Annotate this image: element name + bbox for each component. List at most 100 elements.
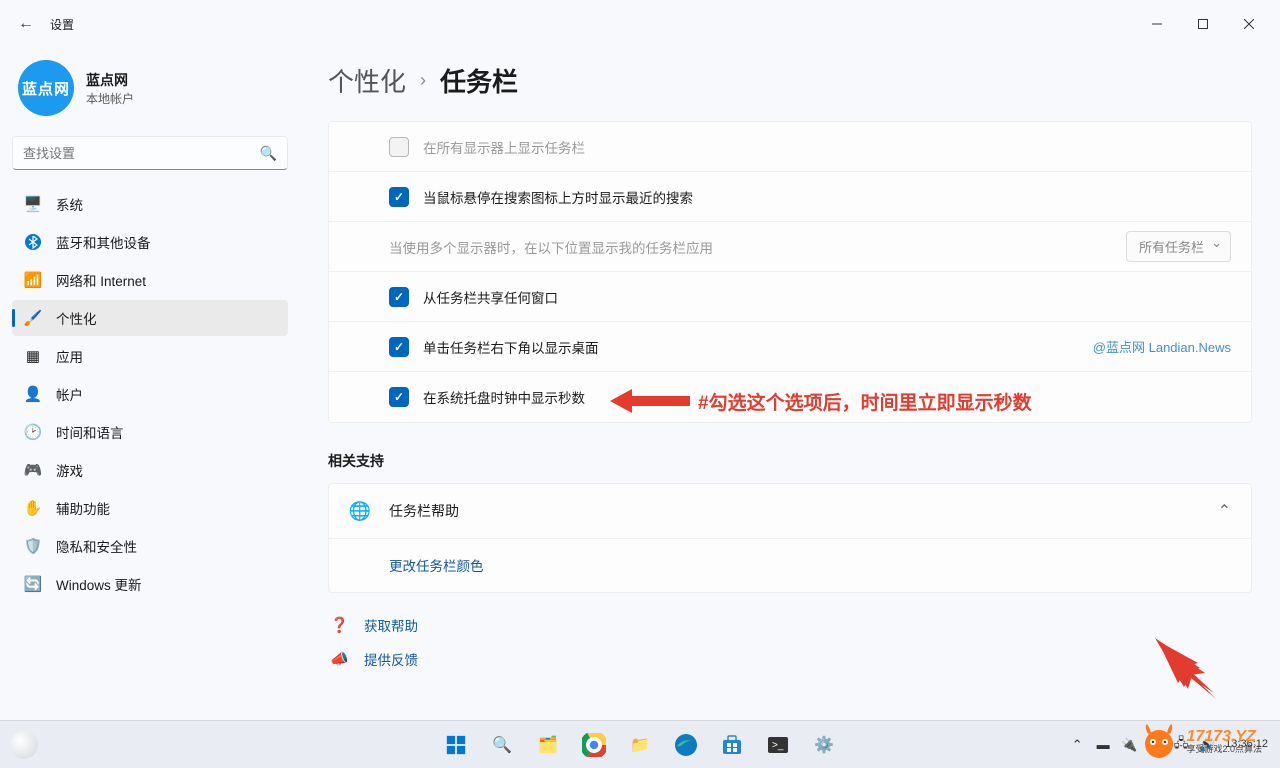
nav-item-5[interactable]: 👤帐户 <box>12 376 288 412</box>
settings-card: 在所有显示器上显示任务栏当鼠标悬停在搜索图标上方时显示最近的搜索当使用多个显示器… <box>328 121 1252 423</box>
watermark-text: @蓝点网 Landian.News <box>1093 337 1231 356</box>
nav-label: 辅助功能 <box>56 498 110 518</box>
brand-logo-icon <box>1138 720 1180 762</box>
side-panel: 蓝点网 蓝点网 本地帐户 🔍 🖥️ 系统蓝牙和其他设备 📶 网络和 Internet 🖌… <box>0 48 300 720</box>
breadcrumb-parent[interactable]: 个性化 <box>328 62 406 99</box>
setting-row-4[interactable]: 单击任务栏右下角以显示桌面 @蓝点网 Landian.News <box>329 322 1251 372</box>
close-button[interactable] <box>1226 8 1272 40</box>
brand-watermark: 17173.YZ 享受游戏2.0点算法 <box>1138 720 1262 762</box>
nav-label: 应用 <box>56 346 83 366</box>
brand-sub: 享受游戏2.0点算法 <box>1186 745 1262 754</box>
usb-icon[interactable]: 🔌 <box>1121 737 1137 753</box>
explorer-icon[interactable]: 📁 <box>620 725 660 765</box>
nav-label: 系统 <box>56 194 83 214</box>
window-title: 设置 <box>50 16 74 33</box>
checkbox[interactable] <box>389 287 409 307</box>
dropdown: 所有任务栏 <box>1126 231 1231 262</box>
get-help-link[interactable]: ❓ 获取帮助 <box>330 615 1252 635</box>
minimize-button[interactable] <box>1134 8 1180 40</box>
nav-item-8[interactable]: ✋ 辅助功能 <box>12 490 288 526</box>
nav-icon: ✋ <box>24 499 42 517</box>
help-icon: ❓ <box>330 616 348 634</box>
settings-icon[interactable]: ⚙️ <box>804 725 844 765</box>
nav-icon: 📶 <box>24 271 42 289</box>
setting-label: 从任务栏共享任何窗口 <box>423 287 558 307</box>
setting-label: 单击任务栏右下角以显示桌面 <box>423 337 599 357</box>
nav-item-3[interactable]: 🖌️ 个性化 <box>12 300 288 336</box>
nav-item-10[interactable]: 🔄 Windows 更新 <box>12 566 288 602</box>
search-input[interactable] <box>23 146 260 161</box>
chrome-icon[interactable] <box>574 725 614 765</box>
tray-overflow-icon[interactable]: ⌃ <box>1069 737 1085 753</box>
nav-icon: 🕑 <box>24 423 42 441</box>
chevron-right-icon: › <box>420 70 426 91</box>
nav-icon: 🖌️ <box>24 309 42 327</box>
search-button[interactable]: 🔍 <box>482 725 522 765</box>
checkbox[interactable] <box>389 337 409 357</box>
help-section: ❓ 获取帮助 📣 提供反馈 <box>328 615 1252 669</box>
nav-item-0[interactable]: 🖥️ 系统 <box>12 186 288 222</box>
store-icon[interactable] <box>712 725 752 765</box>
nav-item-7[interactable]: 🎮游戏 <box>12 452 288 488</box>
nav-item-4[interactable]: ▦ 应用 <box>12 338 288 374</box>
weather-icon <box>10 731 38 759</box>
checkbox[interactable] <box>389 387 409 407</box>
avatar: 蓝点网 <box>18 60 74 116</box>
search-icon: 🔍 <box>260 145 277 162</box>
search-box[interactable]: 🔍 <box>12 136 288 170</box>
nav-item-2[interactable]: 📶 网络和 Internet <box>12 262 288 298</box>
start-button[interactable] <box>436 725 476 765</box>
nav-icon: 👤 <box>24 385 42 403</box>
breadcrumb-current: 任务栏 <box>440 62 518 99</box>
profile-subtitle: 本地帐户 <box>86 90 134 107</box>
brand-name: 17173.YZ <box>1186 729 1262 745</box>
nav-item-9[interactable]: 🛡️ 隐私和安全性 <box>12 528 288 564</box>
nav-icon: 🔄 <box>24 575 42 593</box>
setting-row-3[interactable]: 从任务栏共享任何窗口 <box>329 272 1251 322</box>
checkbox[interactable] <box>389 187 409 207</box>
setting-row-1[interactable]: 当鼠标悬停在搜索图标上方时显示最近的搜索 <box>329 172 1251 222</box>
nav-icon: 🛡️ <box>24 537 42 555</box>
nav-label: Windows 更新 <box>56 574 142 594</box>
expander-label: 任务栏帮助 <box>389 501 459 521</box>
terminal-icon[interactable]: >_ <box>758 725 798 765</box>
setting-row-2: 当使用多个显示器时，在以下位置显示我的任务栏应用所有任务栏 <box>329 222 1251 272</box>
taskbar-help-expander[interactable]: 🌐 任务栏帮助 ⌃ <box>329 484 1251 539</box>
related-title: 相关支持 <box>328 451 1252 471</box>
taskbar[interactable]: 🔍 🗂️ 📁 >_ ⚙️ ⌃ ▬ 🔌 🛡️ 🖧 🔊 13:36:12 <box>0 720 1280 768</box>
setting-label: 当鼠标悬停在搜索图标上方时显示最近的搜索 <box>423 187 693 207</box>
taskbar-center: 🔍 🗂️ 📁 >_ ⚙️ <box>436 725 844 765</box>
change-taskbar-color-link[interactable]: 更改任务栏颜色 <box>389 559 484 574</box>
get-help-label: 获取帮助 <box>364 615 418 635</box>
nav-icon: 🖥️ <box>24 195 42 213</box>
setting-row-5[interactable]: 在系统托盘时钟中显示秒数 <box>329 372 1251 422</box>
tray-app-icon[interactable]: ▬ <box>1095 737 1111 753</box>
nav-list: 🖥️ 系统蓝牙和其他设备 📶 网络和 Internet 🖌️ 个性化 ▦ 应用 👤帐户 🕑 时间和语… <box>12 186 288 602</box>
nav-item-1[interactable]: 蓝牙和其他设备 <box>12 224 288 260</box>
task-view-button[interactable]: 🗂️ <box>528 725 568 765</box>
widgets-button[interactable] <box>4 725 44 765</box>
profile[interactable]: 蓝点网 蓝点网 本地帐户 <box>12 48 288 136</box>
feedback-link[interactable]: 📣 提供反馈 <box>330 649 1252 669</box>
nav-icon: ▦ <box>24 347 42 365</box>
nav-item-6[interactable]: 🕑 时间和语言 <box>12 414 288 450</box>
nav-icon: 🎮 <box>24 461 42 479</box>
feedback-label: 提供反馈 <box>364 649 418 669</box>
setting-row-0: 在所有显示器上显示任务栏 <box>329 122 1251 172</box>
back-button[interactable]: ← <box>8 6 44 42</box>
related-link-row: 更改任务栏颜色 <box>329 539 1251 592</box>
nav-label: 网络和 Internet <box>56 270 146 290</box>
title-bar: ← 设置 <box>0 0 1280 48</box>
related-card: 🌐 任务栏帮助 ⌃ 更改任务栏颜色 <box>328 483 1252 593</box>
nav-label: 个性化 <box>56 308 97 328</box>
nav-label: 时间和语言 <box>56 422 124 442</box>
profile-name: 蓝点网 <box>86 70 134 90</box>
globe-icon: 🌐 <box>349 500 371 522</box>
chevron-up-icon: ⌃ <box>1218 501 1231 521</box>
feedback-icon: 📣 <box>330 650 348 668</box>
maximize-button[interactable] <box>1180 8 1226 40</box>
nav-icon <box>24 233 42 251</box>
nav-label: 隐私和安全性 <box>56 536 137 556</box>
nav-label: 蓝牙和其他设备 <box>56 232 151 252</box>
edge-icon[interactable] <box>666 725 706 765</box>
